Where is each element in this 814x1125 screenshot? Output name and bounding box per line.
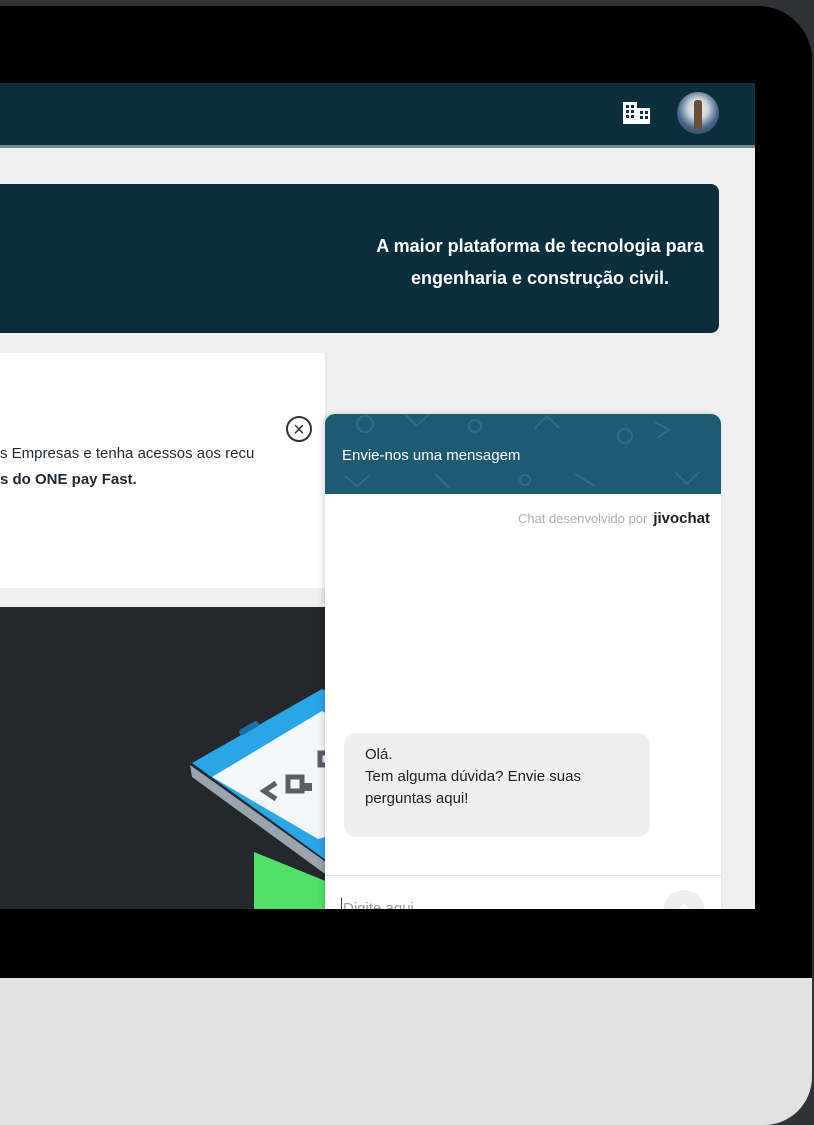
promo-panel bbox=[0, 607, 340, 909]
card-text-line-2: s do ONE pay Fast. bbox=[0, 471, 137, 488]
text-caret bbox=[341, 898, 342, 909]
message-line-3: perguntas aqui! bbox=[365, 790, 469, 807]
powered-by-label: Chat desenvolvido por bbox=[517, 511, 648, 526]
info-card: s Empresas e tenha acessos aos recu s do… bbox=[0, 353, 327, 588]
banner-line-2: engenharia e construção civil. bbox=[410, 268, 670, 288]
chat-title: Envie-nos uma mensagem bbox=[342, 447, 521, 464]
chat-powered-by: Chat desenvolvido por jivochat bbox=[518, 510, 710, 527]
message-line-2: Tem alguma dúvida? Envie suas bbox=[365, 768, 581, 785]
chat-widget: Envie-nos uma mensagem Chat desenvolvido… bbox=[325, 414, 721, 909]
chat-close-button[interactable]: × bbox=[286, 416, 312, 442]
arrow-up-icon bbox=[678, 903, 690, 909]
building-icon[interactable] bbox=[622, 100, 652, 126]
message-line-1: Olá. bbox=[365, 746, 393, 763]
chat-message-input[interactable] bbox=[341, 892, 645, 909]
user-avatar[interactable] bbox=[677, 92, 719, 134]
jivochat-logo[interactable]: jivochat bbox=[653, 510, 710, 527]
app-screen: A maior plataforma de tecnologia para en… bbox=[0, 83, 755, 909]
card-text-line-1: s Empresas e tenha acessos aos recu bbox=[0, 445, 255, 462]
background-card bbox=[0, 978, 812, 1125]
chat-header: Envie-nos uma mensagem bbox=[325, 414, 721, 494]
send-button[interactable] bbox=[663, 890, 705, 909]
banner-line-1: A maior plataforma de tecnologia para bbox=[376, 236, 704, 256]
app-header bbox=[0, 83, 755, 148]
banner-text: A maior plataforma de tecnologia para en… bbox=[240, 230, 755, 294]
chat-message-bubble: Olá. Tem alguma dúvida? Envie suas pergu… bbox=[344, 733, 650, 837]
phone-qr-illustration bbox=[190, 689, 340, 909]
chat-composer: ⋮ bbox=[325, 875, 721, 909]
hero-banner: A maior plataforma de tecnologia para en… bbox=[0, 184, 719, 333]
